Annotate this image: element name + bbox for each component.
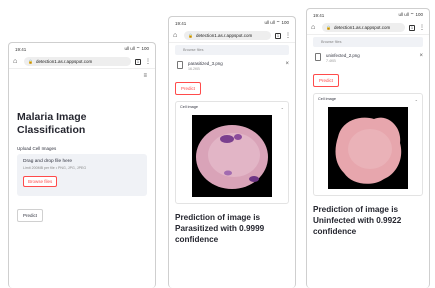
- url-text: detection1.as.r.appspot.com: [35, 59, 93, 64]
- file-size: 7.4KB: [326, 59, 336, 63]
- file-dropzone[interactable]: Drag and drop file here Limit 200MB per …: [17, 154, 147, 196]
- result-line-3: confidence: [313, 227, 357, 236]
- prediction-result: Prediction of image is Parasitized with …: [169, 212, 295, 245]
- result-line-3: confidence: [175, 235, 219, 244]
- lock-icon: 🔒: [326, 25, 331, 30]
- status-signal: ull ull ⌔ 100: [124, 46, 150, 51]
- result-line-2: Uninfected with 0.9922: [313, 216, 402, 225]
- browser-url-bar: ⌂ 🔒 detection1.as.r.appspot.com 1 ⋮: [9, 55, 155, 69]
- address-field[interactable]: 🔒 detection1.as.r.appspot.com: [322, 23, 405, 32]
- status-signal: ull ull ⌔ 100: [264, 20, 290, 25]
- status-time: 19:41: [313, 12, 325, 18]
- upload-label: Upload Cell Images: [17, 146, 57, 151]
- file-name: uninfected_2.png: [326, 53, 360, 58]
- home-icon[interactable]: ⌂: [173, 32, 180, 39]
- lock-icon: 🔒: [28, 59, 33, 64]
- phone-screen-uninfected: 19:41 ull ull ⌔ 100 ⌂ 🔒 detection1.as.r.…: [306, 8, 430, 288]
- file-size: 16.2KB: [188, 67, 200, 71]
- parasitized-cell-image: [192, 115, 272, 197]
- menu-dots-icon[interactable]: ⋮: [145, 59, 151, 65]
- menu-dots-icon[interactable]: ⋮: [419, 25, 425, 31]
- uploaded-file-row: uninfected_2.png 7.4KB ×: [307, 49, 429, 63]
- home-icon[interactable]: ⌂: [13, 58, 20, 65]
- tab-icon[interactable]: 1: [135, 58, 141, 65]
- menu-dots-icon[interactable]: ⋮: [285, 33, 291, 39]
- address-field[interactable]: 🔒 detection1.as.r.appspot.com: [184, 31, 271, 40]
- browser-url-bar: ⌂ 🔒 detection1.as.r.appspot.com 1 ⋮: [307, 21, 429, 35]
- home-icon[interactable]: ⌂: [311, 24, 318, 31]
- predict-button[interactable]: Predict: [313, 74, 340, 87]
- uninfected-cell-image: [328, 107, 408, 189]
- chevron-down-icon[interactable]: ⌄: [415, 97, 418, 102]
- address-field[interactable]: 🔒 detection1.as.r.appspot.com: [24, 57, 131, 66]
- uploaded-file-row: parasitized_3.png 16.2KB ×: [169, 57, 295, 71]
- status-signal: ull ull ⌔ 100: [398, 12, 424, 17]
- title-line-2: Classification: [17, 124, 86, 136]
- result-line-2: Parasitized with 0.9999: [175, 224, 265, 233]
- tab-icon[interactable]: 1: [275, 32, 281, 39]
- url-text: detection1.as.r.appspot.com: [195, 33, 253, 38]
- dropzone-limit: Limit 200MB per file • PNG, JPG, JPEG: [23, 166, 87, 170]
- browse-files-strip[interactable]: Browse files: [313, 37, 423, 47]
- browse-files-button[interactable]: Browse files: [23, 176, 58, 187]
- predict-button[interactable]: Predict: [17, 209, 44, 222]
- lock-icon: 🔒: [188, 33, 193, 38]
- close-icon[interactable]: ×: [285, 61, 289, 67]
- status-time: 19:41: [15, 46, 27, 52]
- status-bar: 19:41 ull ull ⌔ 100: [169, 17, 295, 29]
- chevron-down-icon[interactable]: ⌄: [281, 105, 284, 110]
- hamburger-icon[interactable]: ≡: [9, 69, 155, 81]
- file-icon: [315, 53, 321, 61]
- title-line-1: Malaria Image: [17, 111, 87, 123]
- status-bar: 19:41 ull ull ⌔ 100: [9, 43, 155, 55]
- result-line-1: Prediction of image is: [313, 205, 399, 214]
- cell-drawing: [192, 115, 272, 197]
- tab-icon[interactable]: 1: [409, 24, 415, 31]
- result-line-1: Prediction of image is: [175, 213, 261, 222]
- cell-image-expander[interactable]: Cell image ⌄: [313, 93, 423, 196]
- page-title: Malaria Image Classification: [9, 111, 155, 137]
- url-text: detection1.as.r.appspot.com: [333, 25, 391, 30]
- phone-screen-upload: 19:41 ull ull ⌔ 100 ⌂ 🔒 detection1.as.r.…: [8, 42, 156, 288]
- dropzone-title: Drag and drop file here: [23, 159, 73, 164]
- close-icon[interactable]: ×: [419, 53, 423, 59]
- file-name: parasitized_3.png: [188, 61, 223, 66]
- status-bar: 19:41 ull ull ⌔ 100: [307, 9, 429, 21]
- browser-url-bar: ⌂ 🔒 detection1.as.r.appspot.com 1 ⋮: [169, 29, 295, 43]
- cell-drawing: [328, 107, 408, 189]
- expander-label: Cell image: [180, 105, 198, 109]
- file-icon: [177, 61, 183, 69]
- phone-screen-parasitized: 19:41 ull ull ⌔ 100 ⌂ 🔒 detection1.as.r.…: [168, 16, 296, 288]
- expander-label: Cell image: [318, 97, 336, 101]
- cell-image-expander[interactable]: Cell image ⌄: [175, 101, 289, 204]
- prediction-result: Prediction of image is Uninfected with 0…: [307, 204, 429, 237]
- predict-button[interactable]: Predict: [175, 82, 202, 95]
- status-time: 19:41: [175, 20, 187, 26]
- browse-files-strip[interactable]: Browse files: [175, 45, 289, 55]
